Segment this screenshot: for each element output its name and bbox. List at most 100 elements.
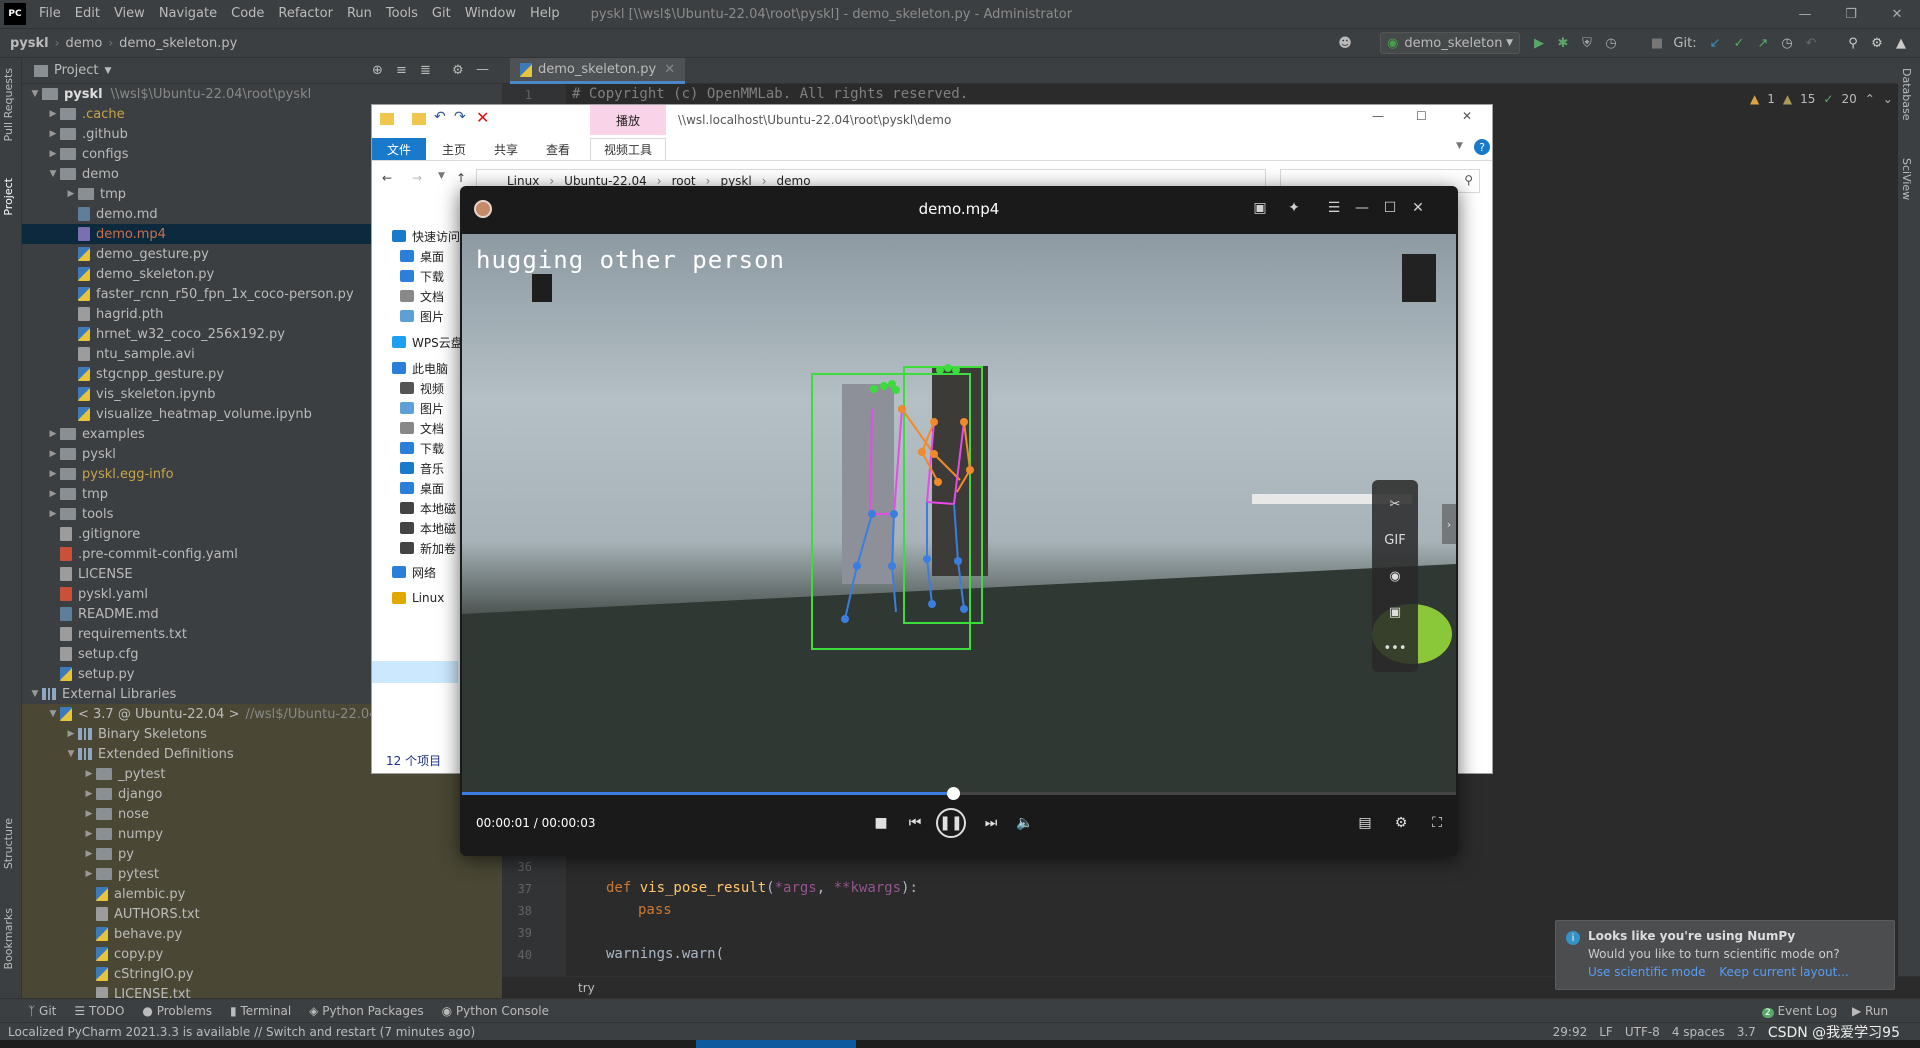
tool-tab-event-log[interactable]: 2 Event Log: [1762, 1004, 1837, 1018]
chevron-down-icon[interactable]: ▼: [28, 689, 42, 699]
menu-edit[interactable]: Edit: [68, 0, 107, 28]
back-icon[interactable]: ←: [382, 171, 392, 185]
undo-icon[interactable]: ↶: [434, 109, 446, 125]
tree-item[interactable]: ▶ pytest: [22, 864, 502, 884]
hide-icon[interactable]: —: [476, 62, 489, 77]
collapse-all-icon[interactable]: ≣: [420, 63, 431, 78]
chevron-right-icon[interactable]: ▶: [64, 189, 78, 199]
menu-run[interactable]: Run: [340, 0, 379, 28]
close-icon[interactable]: ✕: [1874, 0, 1920, 28]
menu-git[interactable]: Git: [425, 0, 458, 28]
tree-root[interactable]: ▼ pyskl \\wsl$\Ubuntu-22.04\root\pyskl: [22, 84, 502, 104]
pin-icon[interactable]: ✦: [1284, 198, 1304, 218]
inspection-widget[interactable]: ▲ 1 ▲ 15 ✓ 20 ⌃ ⌄: [1750, 92, 1893, 106]
git-push-icon[interactable]: ↗: [1754, 34, 1772, 52]
locate-icon[interactable]: ⊕: [372, 63, 383, 78]
tab-structure[interactable]: Structure: [2, 818, 15, 869]
chevron-right-icon[interactable]: ▶: [46, 109, 60, 119]
mini-mode-icon[interactable]: ▣: [1250, 198, 1270, 218]
progress-knob[interactable]: [947, 787, 961, 800]
ide-features-icon[interactable]: ▲: [1892, 34, 1910, 52]
nav-item[interactable]: 音乐: [400, 457, 444, 479]
nav-item[interactable]: 图片: [400, 397, 444, 419]
stop-icon[interactable]: ■: [866, 808, 896, 838]
chevron-right-icon[interactable]: ▶: [82, 789, 96, 799]
maximize-icon[interactable]: ☐: [1416, 109, 1427, 123]
redo-icon[interactable]: ↷: [454, 109, 466, 125]
nav-item[interactable]: WPS云盘: [392, 331, 463, 353]
nav-item[interactable]: 快速访问: [392, 225, 460, 247]
maximize-icon[interactable]: ☐: [1380, 198, 1400, 218]
nav-item[interactable]: 视频: [400, 377, 444, 399]
menu-code[interactable]: Code: [224, 0, 271, 28]
tab-project[interactable]: Project: [2, 178, 15, 216]
gif-button[interactable]: GIF: [1372, 522, 1418, 558]
tree-item[interactable]: copy.py: [22, 944, 502, 964]
tab-database[interactable]: Database: [1900, 68, 1913, 121]
run-config-select[interactable]: ◉ demo_skeleton ▼: [1380, 32, 1520, 54]
expand-all-icon[interactable]: ≡: [396, 63, 407, 78]
chevron-down-icon[interactable]: ▼: [64, 749, 78, 759]
chevron-right-icon[interactable]: ▶: [46, 129, 60, 139]
scissors-icon[interactable]: ✂: [1372, 486, 1418, 522]
ribbon-tab-share[interactable]: 共享: [484, 138, 528, 160]
tree-item[interactable]: alembic.py: [22, 884, 502, 904]
breadcrumb-folder[interactable]: demo: [59, 36, 108, 51]
menu-help[interactable]: Help: [523, 0, 567, 28]
restore-icon[interactable]: ❐: [1828, 0, 1874, 28]
close-icon[interactable]: ✕: [1462, 109, 1472, 123]
chevron-down-icon[interactable]: ▼: [1456, 141, 1463, 151]
gear-icon[interactable]: ⚙: [452, 63, 464, 78]
menu-window[interactable]: Window: [458, 0, 523, 28]
editor-tab-demo-skeleton[interactable]: demo_skeleton.py ✕: [510, 58, 686, 84]
debug-icon[interactable]: ✱: [1554, 34, 1572, 52]
run-icon[interactable]: ▶: [1530, 34, 1548, 52]
ribbon-tab-home[interactable]: 主页: [432, 138, 476, 160]
nav-item[interactable]: 下载: [400, 265, 444, 287]
nav-item[interactable]: 桌面: [400, 245, 444, 267]
tab-bookmarks[interactable]: Bookmarks: [2, 908, 15, 969]
expand-panel-icon[interactable]: ›: [1442, 504, 1456, 544]
nav-item[interactable]: 文档: [400, 417, 444, 439]
tool-tab-python-packages[interactable]: ◈ Python Packages: [309, 1004, 423, 1018]
forward-icon[interactable]: →: [412, 171, 422, 185]
nav-item[interactable]: 网络: [392, 561, 436, 583]
chevron-right-icon[interactable]: ▶: [82, 809, 96, 819]
ribbon-tab-view[interactable]: 查看: [536, 138, 580, 160]
breadcrumb-file[interactable]: demo_skeleton.py: [113, 36, 243, 51]
ribbon-tab-video-tools[interactable]: 视频工具: [590, 138, 666, 160]
nav-item[interactable]: 下载: [400, 437, 444, 459]
menu-file[interactable]: File: [32, 0, 68, 28]
coverage-icon[interactable]: ⛨: [1578, 34, 1596, 52]
menu-navigate[interactable]: Navigate: [152, 0, 224, 28]
playlist-icon[interactable]: ▤: [1350, 808, 1380, 838]
chevron-right-icon[interactable]: ▶: [82, 769, 96, 779]
record-icon[interactable]: ◉: [1372, 558, 1418, 594]
screenshot-icon[interactable]: ▣: [1372, 594, 1418, 630]
chevron-right-icon[interactable]: ▶: [46, 509, 60, 519]
nav-item[interactable]: 图片: [400, 305, 444, 327]
line-separator[interactable]: LF: [1599, 1025, 1613, 1039]
ribbon-tab-file[interactable]: 文件: [372, 138, 426, 160]
chevron-down-icon[interactable]: ▼: [46, 169, 60, 179]
tree-item[interactable]: behave.py: [22, 924, 502, 944]
progress-bar[interactable]: [462, 787, 1456, 800]
tree-item[interactable]: ▶ numpy: [22, 824, 502, 844]
chevron-right-icon[interactable]: ▶: [46, 149, 60, 159]
tool-tab-git[interactable]: ᛉ Git: [28, 1004, 56, 1018]
nav-item[interactable]: 桌面: [400, 477, 444, 499]
up-icon[interactable]: ↑: [456, 171, 466, 185]
minimize-icon[interactable]: —: [1782, 0, 1828, 28]
properties-icon[interactable]: [412, 113, 426, 125]
tab-sciview[interactable]: SciView: [1900, 158, 1913, 200]
chevron-right-icon[interactable]: ▶: [46, 489, 60, 499]
previous-icon[interactable]: ⏮: [900, 808, 930, 838]
more-icon[interactable]: •••: [1372, 630, 1418, 666]
tool-tab-run[interactable]: ▶ Run: [1852, 1004, 1888, 1018]
close-icon[interactable]: ✕: [1408, 198, 1428, 218]
delete-icon[interactable]: ✕: [476, 108, 489, 127]
nav-item[interactable]: Linux: [392, 587, 444, 609]
help-icon[interactable]: ?: [1474, 139, 1490, 155]
menu-refactor[interactable]: Refactor: [271, 0, 340, 28]
ribbon-context-play[interactable]: 播放: [590, 105, 666, 135]
